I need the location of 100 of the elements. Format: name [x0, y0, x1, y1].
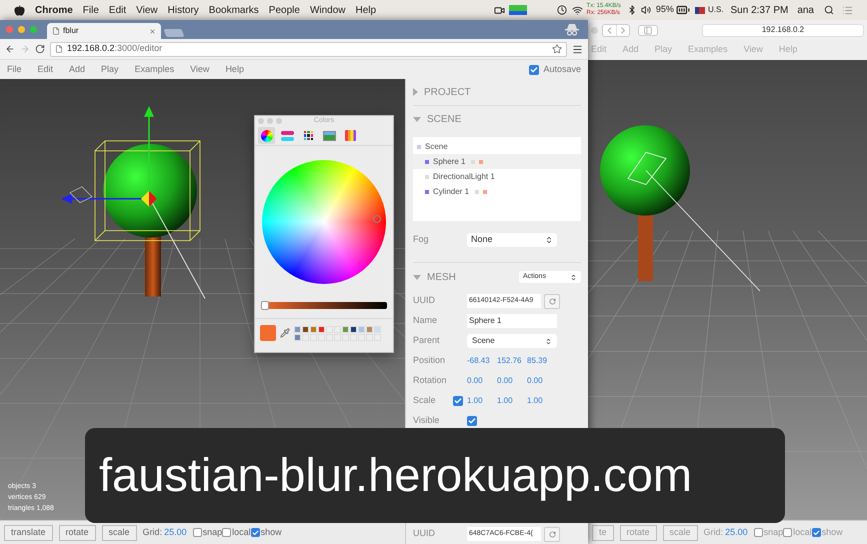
number-value[interactable]: -68.43	[467, 355, 497, 367]
toggle-label: show	[260, 526, 282, 539]
number-value[interactable]: 85.39	[527, 355, 557, 367]
menu-item[interactable]: File	[7, 62, 22, 76]
picker-tab[interactable]	[258, 127, 275, 144]
toolbar-button[interactable]: translate	[4, 524, 53, 540]
clock-icon[interactable]	[556, 5, 567, 15]
regenerate-button[interactable]	[544, 526, 560, 542]
menu-item[interactable]: Edit	[108, 2, 126, 18]
name-field[interactable]: Sphere 1	[467, 314, 557, 328]
window-control-icon[interactable]	[591, 26, 598, 34]
slider-thumb[interactable]	[261, 301, 269, 310]
browser-tab[interactable]: fblur	[47, 23, 161, 39]
list-icon[interactable]	[842, 4, 853, 16]
menu-item[interactable]: Help	[356, 2, 376, 18]
menu-item[interactable]: History	[168, 2, 199, 18]
number-value[interactable]: 0.00	[527, 375, 557, 387]
bluetooth-icon[interactable]	[626, 5, 637, 15]
reload-icon[interactable]	[35, 44, 45, 54]
checkbox[interactable]	[453, 396, 463, 406]
color-swatch[interactable]	[302, 334, 309, 340]
volume-icon[interactable]	[640, 5, 651, 15]
menu-item[interactable]: Edit	[38, 62, 54, 76]
zoom-window-icon[interactable]	[30, 26, 37, 33]
battery-icon[interactable]	[676, 3, 690, 17]
menu-item[interactable]: Examples	[134, 62, 174, 76]
number-value[interactable]: 0.00	[497, 375, 527, 387]
close-icon[interactable]	[149, 28, 156, 34]
menu-item[interactable]: View	[190, 62, 210, 76]
checkbox[interactable]	[467, 416, 477, 426]
number-value[interactable]: 1.00	[467, 395, 497, 407]
material-icon	[479, 160, 484, 164]
color-swatch[interactable]	[294, 326, 301, 332]
forward-icon[interactable]	[20, 44, 30, 54]
color-swatch[interactable]	[342, 326, 349, 332]
color-swatch[interactable]	[310, 326, 317, 332]
toolbar-button[interactable]: scale	[102, 524, 137, 540]
parent-select[interactable]: Scene	[467, 334, 557, 348]
wifi-icon[interactable]	[572, 4, 583, 16]
checkbox[interactable]	[250, 528, 260, 537]
expand-triangle-icon[interactable]	[413, 88, 418, 96]
number-value[interactable]: 0.00	[467, 375, 497, 387]
select-arrows-icon	[570, 274, 577, 280]
menu-item[interactable]: Help	[225, 62, 244, 76]
back-icon[interactable]	[5, 44, 15, 54]
color-swatch[interactable]	[358, 326, 365, 332]
collapse-triangle-icon[interactable]	[413, 116, 421, 122]
color-swatch[interactable]	[342, 334, 349, 340]
minimize-window-icon[interactable]	[18, 26, 25, 33]
color-swatch[interactable]	[366, 334, 373, 340]
menu-item[interactable]: View	[136, 2, 158, 18]
checkbox[interactable]	[812, 528, 821, 537]
input-source[interactable]: U.S.	[708, 4, 724, 16]
bookmark-star-icon[interactable]	[552, 44, 562, 54]
sidebar-toggle-icon[interactable]	[638, 24, 658, 36]
checkbox[interactable]	[529, 64, 540, 74]
apple-icon[interactable]	[14, 4, 25, 16]
color-swatch[interactable]	[350, 326, 357, 332]
flag-icon[interactable]	[694, 6, 705, 14]
address-field[interactable]: 192.168.0.2:3000/editor	[50, 42, 567, 56]
checkbox[interactable]	[222, 528, 232, 537]
color-swatch[interactable]	[350, 334, 357, 340]
search-icon[interactable]	[824, 5, 834, 15]
outliner-item[interactable]: Sphere 1	[413, 154, 581, 169]
color-swatch[interactable]	[374, 326, 381, 332]
collapse-triangle-icon[interactable]	[413, 274, 421, 280]
color-swatch[interactable]	[318, 326, 325, 332]
color-swatch[interactable]	[294, 334, 301, 340]
toolbar-button[interactable]: rotate	[58, 524, 96, 540]
color-swatch[interactable]	[318, 334, 325, 340]
color-swatch[interactable]	[310, 334, 317, 340]
color-swatch[interactable]	[366, 326, 373, 332]
color-swatch[interactable]	[374, 334, 381, 340]
camera-icon[interactable]	[494, 4, 505, 16]
address-field[interactable]: 192.168.0.2	[702, 24, 864, 36]
regenerate-button[interactable]	[544, 294, 560, 308]
clock-text[interactable]: Sun 2:37 PM	[730, 2, 788, 18]
menu-item[interactable]: Add	[69, 62, 86, 76]
menu-item[interactable]: People	[268, 2, 300, 18]
meter-icon[interactable]	[508, 5, 527, 15]
checkbox[interactable]	[192, 528, 202, 537]
user-name[interactable]: ana	[797, 2, 814, 18]
fog-select[interactable]: None	[467, 233, 557, 247]
number-value[interactable]: 152.76	[497, 355, 527, 367]
brightness-slider[interactable]	[261, 302, 387, 309]
menu-icon[interactable]	[572, 44, 583, 54]
current-color-swatch[interactable]	[260, 325, 276, 341]
number-value[interactable]: 1.00	[527, 395, 557, 407]
menu-item[interactable]: Play	[101, 62, 119, 76]
menu-item[interactable]: Bookmarks	[208, 2, 259, 18]
checkbox[interactable]	[783, 528, 792, 537]
color-swatch[interactable]	[302, 326, 309, 332]
menu-item[interactable]: Chrome	[35, 2, 73, 18]
color-swatch[interactable]	[358, 334, 365, 340]
menu-item[interactable]: File	[82, 2, 99, 18]
menu-item[interactable]: Window	[310, 2, 346, 18]
checkbox[interactable]	[754, 528, 763, 537]
eyedropper-icon[interactable]	[280, 328, 290, 338]
new-tab-button[interactable]	[164, 29, 184, 37]
number-value[interactable]: 1.00	[497, 395, 527, 407]
